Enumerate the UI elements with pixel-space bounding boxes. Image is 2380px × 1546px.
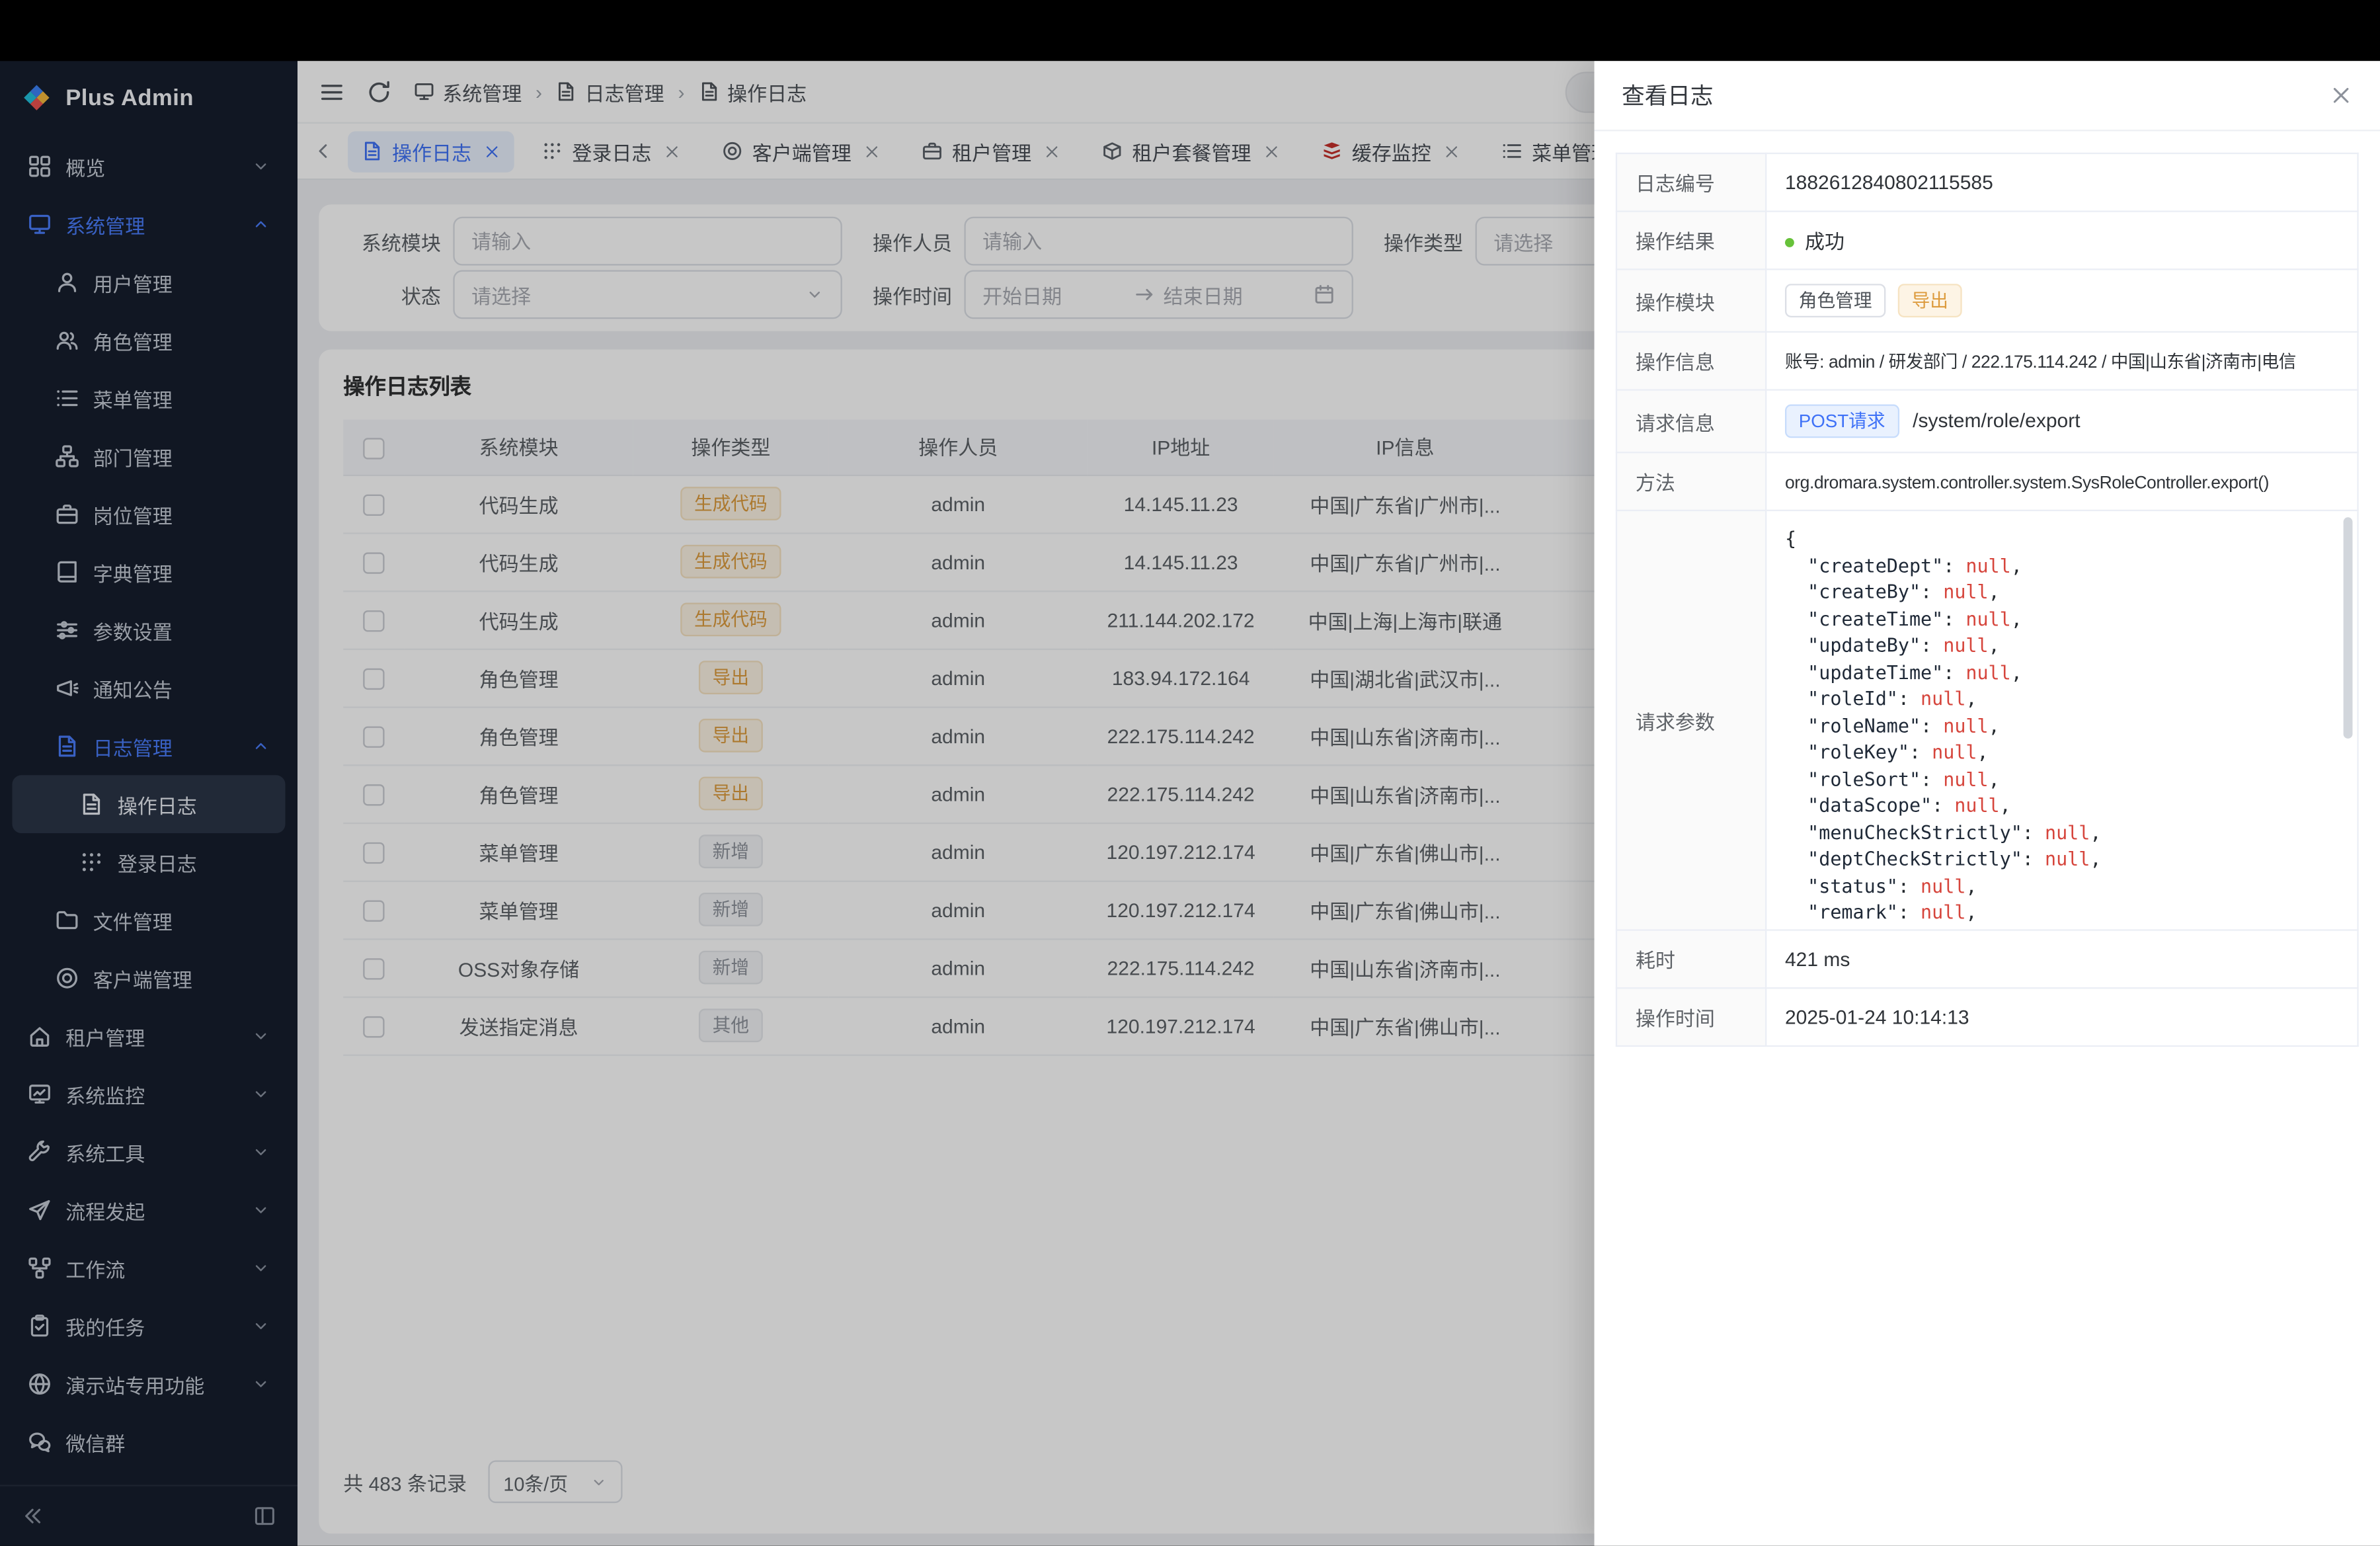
json-line: "updateBy": null,: [1785, 633, 2339, 660]
desc-value-text: org.dromara.system.controller.system.Sys…: [1785, 475, 2269, 493]
json-line: "remark": null,: [1785, 901, 2339, 927]
drawer-header: 查看日志: [1595, 61, 2380, 131]
desc-label: 操作模块: [1616, 269, 1766, 332]
json-line: "roleSort": null,: [1785, 767, 2339, 793]
json-line: "roleId": null,: [1785, 686, 2339, 713]
desc-label: 操作结果: [1616, 212, 1766, 270]
desc-row: 操作时间 2025-01-24 10:14:13: [1616, 988, 2358, 1046]
request-method-tag: POST请求: [1785, 405, 1899, 438]
request-params-json[interactable]: { "createDept": null, "createBy": null, …: [1766, 511, 2357, 929]
json-line: "updateTime": null,: [1785, 660, 2339, 686]
drawer-title: 查看日志: [1622, 79, 1713, 111]
desc-label: 请求参数: [1616, 510, 1766, 930]
drawer-body: 日志编号1882612840802115585操作结果成功操作模块角色管理导出操…: [1595, 131, 2380, 1068]
desc-label: 请求信息: [1616, 390, 1766, 453]
desc-label: 操作时间: [1616, 988, 1766, 1046]
status-text: 成功: [1805, 230, 1844, 253]
desc-label: 方法: [1616, 452, 1766, 510]
desc-value-text: 421 ms: [1785, 948, 1850, 971]
json-line: "dataScope": null,: [1785, 793, 2339, 820]
desc-value-text: 2025-01-24 10:14:13: [1785, 1006, 1969, 1029]
code-scrollbar-thumb[interactable]: [2344, 517, 2353, 739]
desc-row: 操作信息账号: admin / 研发部门 / 222.175.114.242 /…: [1616, 332, 2358, 390]
json-line: "menuCheckStrictly": null,: [1785, 820, 2339, 846]
json-line: "status": null,: [1785, 874, 2339, 900]
desc-label: 日志编号: [1616, 153, 1766, 212]
json-line: "createBy": null,: [1785, 580, 2339, 606]
desc-value-text: 1882612840802115585: [1785, 171, 1993, 194]
json-line: "deptCheckStrictly": null,: [1785, 847, 2339, 874]
json-line: {: [1785, 526, 2339, 553]
desc-label: 操作信息: [1616, 332, 1766, 390]
json-line: "roleKey": null,: [1785, 740, 2339, 766]
desc-row: 日志编号 1882612840802115585: [1616, 153, 2358, 212]
close-icon[interactable]: [2330, 84, 2353, 107]
desc-row: 耗时 421 ms: [1616, 930, 2358, 989]
log-detail-table: 日志编号1882612840802115585操作结果成功操作模块角色管理导出操…: [1616, 153, 2359, 1047]
app-window: Plus Admin 概览系统管理用户管理角色管理菜单管理部门管理岗位管理字典管…: [0, 0, 2380, 1546]
json-line: "createDept": null,: [1785, 553, 2339, 580]
desc-row: 请求信息 POST请求/system/role/export: [1616, 390, 2358, 453]
view-log-drawer: 查看日志 日志编号 1882612840802115585 操作结果 成功操作模块角色…: [1595, 61, 2380, 1545]
desc-label: 耗时: [1616, 930, 1766, 989]
module-tag: 角色管理: [1785, 284, 1885, 317]
json-line: "roleName": null,: [1785, 713, 2339, 740]
desc-row: 请求参数{ "createDept": null, "createBy": nu…: [1616, 510, 2358, 930]
desc-row: 方法 org.dromara.system.controller.system.S…: [1616, 452, 2358, 510]
desc-row: 操作模块角色管理导出: [1616, 269, 2358, 332]
desc-row: 操作结果 成功: [1616, 212, 2358, 270]
desc-value-text: 账号: admin / 研发部门 / 222.175.114.242 / 中国|…: [1785, 353, 2296, 372]
request-url: /system/role/export: [1913, 409, 2080, 432]
operation-type-tag: 导出: [1898, 284, 1962, 317]
json-line: "createTime": null,: [1785, 606, 2339, 633]
status-dot: [1785, 238, 1794, 247]
